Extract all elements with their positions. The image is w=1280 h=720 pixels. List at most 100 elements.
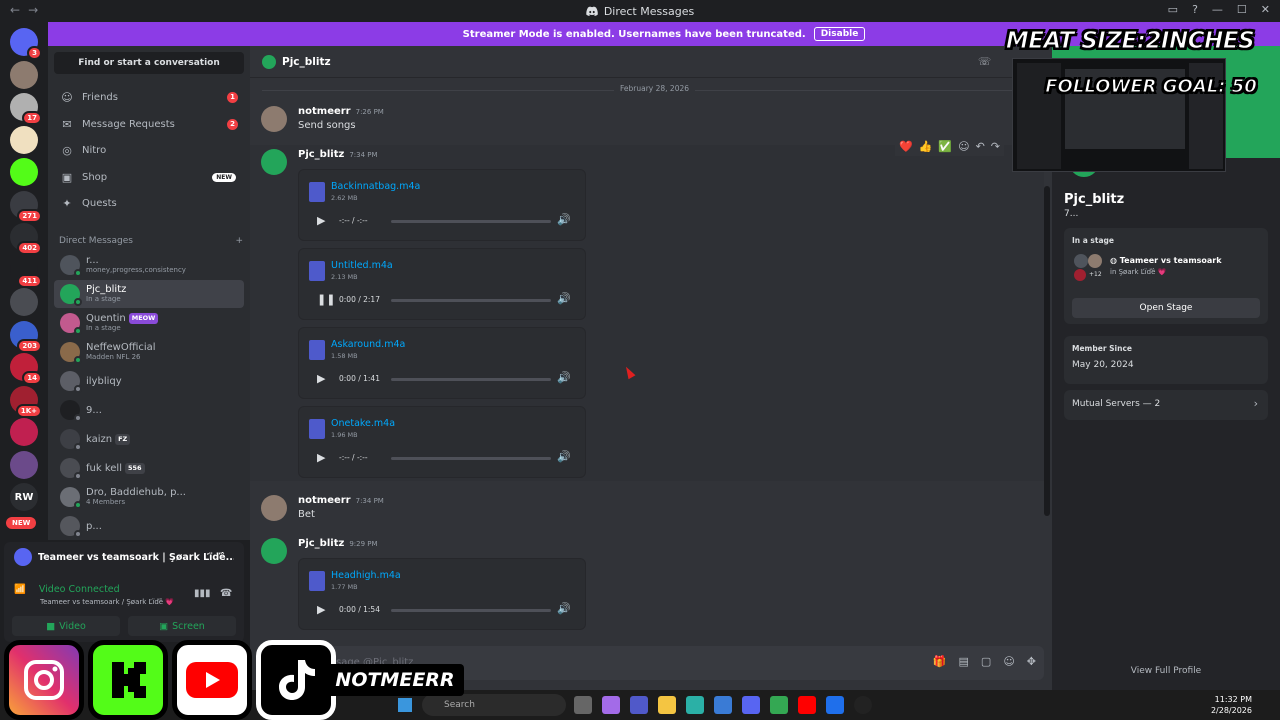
add-reaction-icon[interactable]: ☺ (958, 140, 969, 153)
explorer-icon[interactable] (658, 696, 676, 714)
progress-bar[interactable] (391, 609, 551, 612)
pause-icon[interactable]: ❚❚ (317, 293, 335, 306)
file-name[interactable]: Askaround.m4a (331, 339, 405, 350)
sidebar-item-friends[interactable]: ☺ Friends 1 (54, 84, 244, 110)
dm-item[interactable]: Dro, Baddiehub, p... 4 Members (54, 483, 244, 511)
server-icon[interactable]: 411 (10, 255, 42, 288)
edge-icon[interactable] (686, 696, 704, 714)
file-name[interactable]: Onetake.m4a (331, 418, 395, 429)
mutual-servers-row[interactable]: Mutual Servers — 2 › (1064, 390, 1268, 420)
progress-bar[interactable] (391, 457, 551, 460)
dm-item[interactable]: fuk kell 556 (54, 454, 244, 482)
chat-scrollbar[interactable] (1044, 186, 1050, 516)
volume-icon[interactable]: 🔊 (557, 371, 571, 384)
dm-item-active[interactable]: Pjc_blitz In a stage (54, 280, 244, 308)
task-view-icon[interactable] (574, 696, 592, 714)
author[interactable]: Pjc_blitz (298, 149, 344, 160)
apps-icon[interactable]: ✥ (1027, 655, 1036, 668)
gif-icon[interactable]: ▤ (959, 655, 969, 668)
play-icon[interactable]: ▶ (317, 451, 325, 464)
discord-taskbar-icon[interactable] (742, 696, 760, 714)
noise-suppression-icon[interactable]: ▮▮▮ (194, 588, 211, 599)
play-icon[interactable]: ▶ (317, 603, 325, 616)
progress-bar[interactable] (391, 220, 551, 223)
app-icon[interactable] (826, 696, 844, 714)
disable-button[interactable]: Disable (813, 27, 866, 41)
author[interactable]: Pjc_blitz (298, 538, 344, 549)
teams-icon[interactable] (630, 696, 648, 714)
dm-item[interactable]: 9... (54, 396, 244, 424)
play-icon[interactable]: ▶ (317, 214, 325, 227)
sticker-icon[interactable]: ▢ (981, 655, 991, 668)
server-icon[interactable] (10, 288, 38, 316)
server-icon[interactable]: RW (10, 483, 38, 511)
view-full-profile-link[interactable]: View Full Profile (1052, 666, 1280, 676)
avatar[interactable] (261, 495, 287, 521)
reply-icon[interactable]: ↶ (976, 140, 985, 153)
server-icon[interactable]: 14 (10, 353, 42, 385)
dm-item[interactable]: Quentin MEOW In a stage (54, 309, 244, 337)
volume-icon[interactable]: 🔊 (557, 292, 571, 305)
chrome-icon[interactable] (770, 696, 788, 714)
file-name[interactable]: Headhigh.m4a (331, 570, 401, 581)
server-icon[interactable] (10, 450, 38, 479)
volume-icon[interactable]: 🔊 (557, 602, 571, 615)
screen-share-button[interactable]: ▣ Screen (128, 616, 236, 636)
server-icon[interactable]: 402 (10, 223, 42, 255)
youtube-icon[interactable] (798, 696, 816, 714)
server-icon[interactable] (10, 158, 38, 186)
clock[interactable]: 11:32 PM 2/28/2026 (1211, 694, 1252, 716)
start-icon[interactable] (398, 698, 412, 712)
server-icon[interactable] (10, 125, 38, 154)
video-button[interactable]: ■ Video (12, 616, 120, 636)
file-name[interactable]: Backinnatbag.m4a (331, 181, 420, 192)
server-icon[interactable] (10, 418, 38, 446)
recipient-name[interactable]: Pjc_blitz (282, 56, 331, 68)
dm-item[interactable]: NeffewOfficial Madden NFL 26 (54, 338, 244, 366)
heart-reaction[interactable]: ❤️ (899, 140, 913, 153)
server-icon[interactable]: 1K+ (10, 385, 42, 418)
voice-channel[interactable]: Teameer vs teamsoark | Şøark Ľïďê... ⊠ (14, 548, 234, 566)
find-conversation-input[interactable]: Find or start a conversation (54, 52, 244, 74)
maximize-button[interactable]: ☐ (1237, 3, 1247, 16)
recording-icon[interactable] (854, 696, 872, 714)
avatar[interactable] (261, 149, 287, 175)
taskbar-search[interactable]: Search (422, 694, 566, 716)
copilot-icon[interactable] (602, 696, 620, 714)
emoji-icon[interactable]: ☺ (1003, 655, 1014, 668)
avatar[interactable] (261, 106, 287, 132)
author[interactable]: notmeerr (298, 106, 351, 117)
open-stage-button[interactable]: Open Stage (1072, 298, 1260, 318)
inbox-icon[interactable]: ▭ (1168, 3, 1178, 16)
gift-icon[interactable]: 🎁 (933, 655, 947, 668)
check-reaction[interactable]: ✅ (938, 140, 952, 153)
minimize-button[interactable]: — (1212, 3, 1223, 16)
thumbs-up-reaction[interactable]: 👍 (919, 140, 933, 153)
volume-icon[interactable]: 🔊 (557, 213, 571, 226)
play-icon[interactable]: ▶ (317, 372, 325, 385)
volume-icon[interactable]: 🔊 (557, 450, 571, 463)
sidebar-item-nitro[interactable]: ◎ Nitro (54, 137, 244, 163)
server-icon[interactable]: 271 (10, 190, 42, 223)
create-dm-icon[interactable]: + (235, 236, 243, 246)
dm-item[interactable]: p... (54, 512, 244, 540)
progress-bar[interactable] (391, 299, 551, 302)
author[interactable]: notmeerr (298, 495, 351, 506)
dm-item[interactable]: ilybliqy (54, 367, 244, 395)
server-icon[interactable] (10, 60, 38, 89)
server-icon[interactable]: 203 (10, 320, 42, 353)
back-arrow-icon[interactable]: ← (10, 3, 28, 17)
progress-bar[interactable] (391, 378, 551, 381)
forward-icon[interactable]: ↷ (991, 140, 1000, 153)
sidebar-item-message-requests[interactable]: ✉ Message Requests 2 (54, 111, 244, 137)
help-icon[interactable]: ? (1192, 3, 1198, 16)
store-icon[interactable] (714, 696, 732, 714)
sidebar-item-quests[interactable]: ✦ Quests (54, 190, 244, 216)
sidebar-item-shop[interactable]: ▣ Shop NEW (54, 164, 244, 190)
close-button[interactable]: ✕ (1261, 3, 1270, 16)
forward-arrow-icon[interactable]: → (28, 3, 46, 17)
avatar[interactable] (261, 538, 287, 564)
file-name[interactable]: Untitled.m4a (331, 260, 393, 271)
dm-item[interactable]: r... money,progress,consistency (54, 251, 244, 279)
hangup-icon[interactable]: ☎ (220, 588, 232, 599)
